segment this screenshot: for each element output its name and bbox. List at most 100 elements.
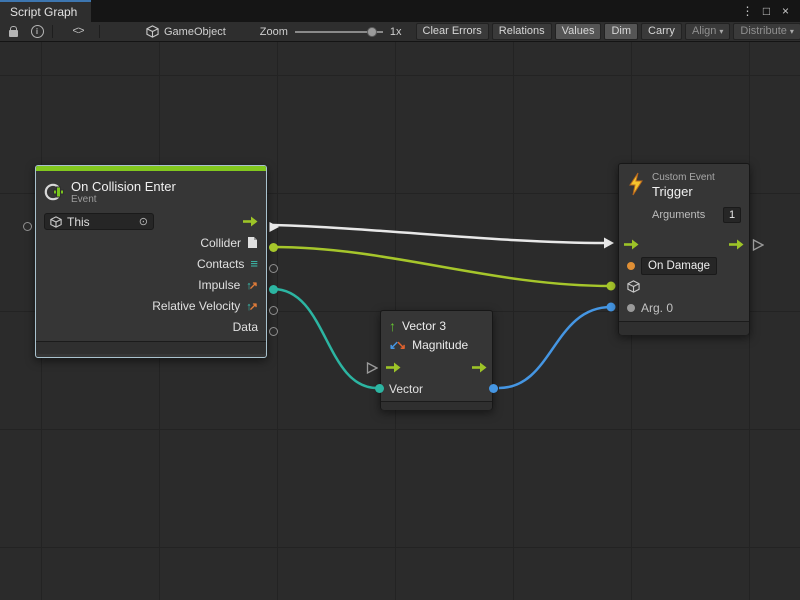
carry-button[interactable]: Carry	[641, 23, 682, 40]
zoom-control: Zoom 1x	[260, 26, 402, 38]
relations-button[interactable]: Relations	[492, 23, 552, 40]
clear-errors-button[interactable]: Clear Errors	[416, 23, 489, 40]
arguments-label: Arguments	[652, 209, 705, 221]
chevron-down-icon: ▾	[790, 24, 794, 39]
target-value: This	[67, 215, 90, 229]
control-output-arrow-icon[interactable]	[729, 239, 744, 250]
magnitude-icon: ↙↘	[389, 338, 406, 352]
port-label: Relative Velocity	[152, 299, 240, 313]
close-icon[interactable]: ×	[777, 1, 794, 21]
node-header: ↑ Vector 3 ↙↘ Magnitude	[381, 311, 492, 357]
node-title: On Collision Enter	[71, 179, 176, 194]
event-accent-strip	[36, 166, 266, 171]
code-view-button[interactable]: <>	[69, 24, 87, 40]
port-row-data: Data	[36, 316, 266, 337]
node-category: Custom Event	[652, 172, 741, 184]
connection-impulse-to-vector[interactable]	[273, 289, 377, 388]
port-label: Contacts	[197, 257, 244, 271]
port-relative-velocity-output[interactable]	[269, 306, 278, 315]
event-icon	[44, 182, 64, 202]
port-label: Arg. 0	[641, 301, 673, 315]
port-target-input[interactable]	[23, 222, 32, 231]
port-collider-output[interactable]	[269, 243, 278, 252]
control-input-arrow-icon[interactable]	[386, 362, 401, 373]
zoom-label: Zoom	[260, 26, 288, 38]
maximize-icon[interactable]: □	[758, 1, 775, 21]
port-row-contacts: Contacts ≡	[36, 253, 266, 274]
connection-magnitude-to-arg0[interactable]	[499, 307, 611, 388]
vector3-icon: ↑	[389, 319, 396, 333]
port-control-output[interactable]	[752, 239, 764, 251]
port-label: Impulse	[198, 278, 240, 292]
port-vector-input[interactable]	[375, 384, 384, 393]
cube-icon	[627, 280, 640, 293]
gameobject-context[interactable]: GameObject	[146, 25, 226, 38]
chevron-down-icon: ▾	[719, 24, 723, 39]
tab-script-graph[interactable]: Script Graph	[0, 0, 91, 22]
port-label: Data	[233, 320, 258, 334]
menu-icon[interactable]: ⋮	[739, 1, 756, 21]
graph-toolbar: i <> GameObject Zoom 1x Clear Errors Rel…	[0, 22, 800, 42]
port-row-vector: Vector	[381, 378, 492, 399]
port-arg0-input[interactable]	[627, 304, 635, 312]
control-output-arrow-icon[interactable]	[243, 216, 258, 227]
tab-bar: Script Graph ⋮ □ ×	[0, 0, 800, 22]
lock-icon	[9, 30, 18, 37]
port-contacts-output[interactable]	[269, 264, 278, 273]
port-control-input[interactable]	[366, 362, 378, 374]
port-impulse-output[interactable]	[269, 285, 278, 294]
toolbar-separator	[52, 25, 53, 38]
tab-label: Script Graph	[10, 5, 77, 19]
document-icon	[247, 236, 258, 249]
node-on-collision-enter[interactable]: On Collision Enter Event This ⊙	[35, 165, 267, 358]
toolbar-separator	[99, 25, 100, 38]
event-name-field[interactable]: On Damage	[641, 257, 717, 275]
port-data-output[interactable]	[269, 327, 278, 336]
port-row-event-name: On Damage	[619, 255, 749, 276]
control-input-arrow-icon[interactable]	[624, 239, 639, 250]
port-row-impulse: Impulse ↑↗	[36, 274, 266, 295]
port-row-arg0: Arg. 0	[619, 297, 749, 318]
port-name-input[interactable]	[627, 262, 635, 270]
port-control-output[interactable]	[268, 221, 280, 233]
node-vector3-magnitude[interactable]: ↑ Vector 3 ↙↘ Magnitude Vector	[380, 310, 493, 410]
connection-control-flow[interactable]	[273, 225, 605, 243]
lock-button[interactable]	[4, 24, 22, 40]
port-row-target: This ⊙	[36, 211, 266, 232]
node-trigger-custom-event[interactable]: Custom Event Trigger Arguments 1	[618, 163, 750, 335]
script-graph-window: Script Graph ⋮ □ × i <> GameObject Zoom	[0, 0, 800, 600]
connection-endpoint	[607, 282, 616, 291]
target-self-field[interactable]: This ⊙	[44, 213, 154, 230]
target-picker-icon[interactable]: ⊙	[139, 215, 148, 228]
values-button[interactable]: Values	[555, 23, 602, 40]
align-button[interactable]: Align▾	[685, 23, 730, 40]
port-row-relative-velocity: Relative Velocity ↑↗	[36, 295, 266, 316]
list-icon: ≡	[250, 257, 258, 270]
zoom-slider-handle[interactable]	[367, 27, 377, 37]
node-footer	[381, 401, 492, 410]
dim-button[interactable]: Dim	[604, 23, 638, 40]
node-header: On Collision Enter Event	[36, 166, 266, 211]
node-footer	[36, 341, 266, 354]
cube-icon	[146, 25, 159, 38]
node-subtitle: Event	[71, 194, 176, 206]
port-row-target	[619, 276, 749, 297]
zoom-slider[interactable]	[295, 26, 383, 38]
node-header: Custom Event Trigger Arguments 1	[619, 164, 749, 234]
vector-icon: ↑↗	[246, 278, 258, 292]
info-icon: i	[31, 25, 44, 38]
connection-endpoint	[607, 303, 616, 312]
connection-collider-to-target[interactable]	[273, 247, 611, 286]
lightning-icon	[627, 172, 645, 196]
info-button[interactable]: i	[28, 24, 46, 40]
vector-icon: ↑↗	[246, 299, 258, 313]
node-subtitle: Magnitude	[412, 338, 468, 352]
graph-canvas[interactable]: On Collision Enter Event This ⊙	[0, 42, 800, 600]
distribute-button[interactable]: Distribute▾	[733, 23, 800, 40]
node-title: Trigger	[652, 184, 741, 200]
control-output-arrow-icon[interactable]	[472, 362, 487, 373]
port-magnitude-output[interactable]	[489, 384, 498, 393]
arguments-count-field[interactable]: 1	[723, 207, 741, 223]
toolbar-buttons: Clear Errors Relations Values Dim Carry …	[416, 23, 800, 40]
window-controls: ⋮ □ ×	[739, 0, 800, 22]
